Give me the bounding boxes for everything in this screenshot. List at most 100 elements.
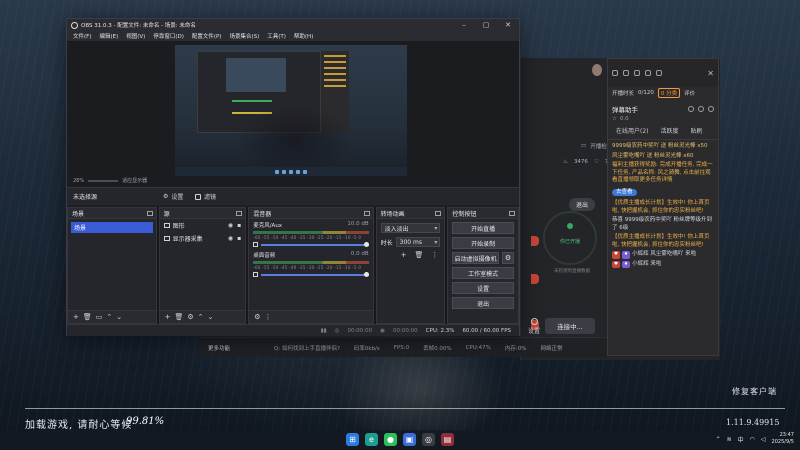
exit-button[interactable]: 退出 xyxy=(452,297,514,309)
tab-activity[interactable]: 活跃度 xyxy=(661,126,679,135)
menu-tools[interactable]: 工具(T) xyxy=(267,32,286,40)
filter-icon[interactable]: ▭ xyxy=(96,313,103,321)
windows-icon[interactable]: ⊞ xyxy=(346,433,359,446)
wifi-icon[interactable]: ◠ xyxy=(750,436,755,443)
settings-button[interactable]: 设置 xyxy=(452,282,514,294)
gear-icon[interactable]: ⚙ xyxy=(254,313,260,321)
gear-icon[interactable]: ⚙ xyxy=(187,313,193,321)
network-icon[interactable]: ≋ xyxy=(727,436,732,443)
zoom-slider[interactable] xyxy=(88,179,119,182)
source-row[interactable]: 显示器采集 ◉ ▪ xyxy=(160,232,246,245)
preview-canvas[interactable] xyxy=(175,45,407,176)
up-icon[interactable]: ⌃ xyxy=(198,313,204,321)
mute-checkbox[interactable] xyxy=(253,242,259,247)
mute-checkbox[interactable] xyxy=(253,272,259,277)
trash-icon[interactable]: 🗑 xyxy=(174,313,183,321)
properties-button[interactable]: ⚙ 设置 xyxy=(163,192,183,201)
eye-icon[interactable]: ◉ xyxy=(228,222,233,229)
virtual-camera-button[interactable]: 启动虚拟摄像机 xyxy=(452,252,499,264)
more-icon[interactable]: ⋮ xyxy=(431,251,438,259)
trash-icon[interactable]: 🗑 xyxy=(415,251,424,259)
studio-mode-button[interactable]: 工作室模式 xyxy=(452,267,514,279)
game-icon[interactable]: ▤ xyxy=(441,433,454,446)
edge-icon[interactable]: e xyxy=(365,433,378,446)
settings-icon[interactable] xyxy=(688,106,694,112)
chat-icon[interactable]: ● xyxy=(384,433,397,446)
menu-docks[interactable]: 停靠窗口(D) xyxy=(153,32,184,40)
source-row[interactable]: 图形 ◉ ▪ xyxy=(160,219,246,232)
store-icon[interactable]: ▣ xyxy=(403,433,416,446)
undock-icon[interactable] xyxy=(146,210,153,216)
menu-help[interactable]: 帮助(H) xyxy=(294,32,313,40)
category-tag[interactable]: 0 分类 xyxy=(657,88,681,98)
more-icon[interactable]: ⋮ xyxy=(264,313,271,321)
view-button[interactable]: 去查看 xyxy=(612,188,637,196)
chat-icon[interactable] xyxy=(623,70,629,76)
avatar[interactable] xyxy=(592,64,602,76)
volume-slider[interactable] xyxy=(261,241,370,247)
undock-icon[interactable] xyxy=(363,210,370,216)
menu-profile[interactable]: 配置文件(P) xyxy=(192,32,222,40)
start-streaming-button[interactable]: 开始直播 xyxy=(452,222,514,234)
gear-icon[interactable]: ⚙ xyxy=(502,252,514,264)
add-icon[interactable]: + xyxy=(401,251,407,259)
volume-icon[interactable]: ◁ xyxy=(761,436,766,443)
settings-link[interactable]: 设置 xyxy=(528,318,540,335)
obs-titlebar[interactable]: OBS 31.0.3 - 配置文件: 未命名 - 场景: 未命名 – ▢ ✕ xyxy=(67,19,519,31)
transitions-dock-header: 转场动画 xyxy=(376,208,445,219)
menu-scene-collection[interactable]: 场景集合(S) xyxy=(229,32,259,40)
menu-view[interactable]: 视图(V) xyxy=(126,32,145,40)
clock-icon[interactable] xyxy=(698,106,704,112)
down-icon[interactable]: ⌄ xyxy=(208,313,214,321)
menu-file[interactable]: 文件(F) xyxy=(73,32,91,40)
close-icon[interactable]: ✕ xyxy=(707,69,714,78)
side-tab[interactable] xyxy=(531,274,539,284)
gift-icon[interactable] xyxy=(634,70,640,76)
undock-icon[interactable] xyxy=(435,210,442,216)
close-icon[interactable]: ✕ xyxy=(497,21,519,29)
transition-select[interactable]: 淡入淡出 xyxy=(380,223,441,233)
clock[interactable]: 23:47 2025/9/5 xyxy=(772,432,794,446)
ime-indicator[interactable]: 中 xyxy=(738,435,744,444)
tab-online-users[interactable]: 在线用户(2) xyxy=(616,126,649,135)
fps: FPS:0 xyxy=(393,344,410,351)
add-icon[interactable]: + xyxy=(165,313,171,321)
filters-button[interactable]: 滤镜 xyxy=(195,192,216,201)
lock-icon[interactable]: ▪ xyxy=(237,235,241,242)
up-icon[interactable]: ⌃ xyxy=(106,313,112,321)
start-recording-button[interactable]: 开始录制 xyxy=(452,237,514,249)
controls-dock: 控制按钮 开始直播 开始录制 启动虚拟摄像机 ⚙ 工作室模式 设置 退出 xyxy=(447,207,519,324)
system-tray: ⌃ ≋ 中 ◠ ◁ 23:47 2025/9/5 xyxy=(716,432,794,446)
volume-slider[interactable] xyxy=(261,271,370,277)
tab-stickers[interactable]: 贴刷 xyxy=(691,126,703,135)
trash-icon[interactable]: 🗑 xyxy=(83,313,92,321)
down-icon[interactable]: ⌄ xyxy=(116,313,122,321)
eye-icon[interactable]: ◉ xyxy=(228,235,233,242)
tip-text[interactable]: Q: 如何找到上手直播伴侣? xyxy=(274,344,340,352)
cpu: CPU:47% xyxy=(465,344,491,351)
minimize-icon[interactable]: – xyxy=(453,21,475,29)
scenes-dock-header: 场景 xyxy=(68,208,156,219)
undock-icon[interactable] xyxy=(509,210,515,216)
grid-icon[interactable] xyxy=(645,70,651,76)
menu-edit[interactable]: 编辑(E) xyxy=(99,32,118,40)
duration-input[interactable]: 300 ms xyxy=(395,237,441,247)
lock-icon[interactable]: ▪ xyxy=(237,222,241,229)
start-live-button[interactable]: 连接中... xyxy=(545,318,595,334)
exit-button[interactable]: 退出 xyxy=(569,198,596,211)
side-tab[interactable] xyxy=(531,236,539,246)
info-icon[interactable] xyxy=(708,106,714,112)
window-icon[interactable] xyxy=(656,70,662,76)
more-features[interactable]: 更多功能 xyxy=(208,344,230,352)
scene-item[interactable]: 场景 xyxy=(71,222,153,233)
memory: 内存:0% xyxy=(504,345,527,352)
maximize-icon[interactable]: ▢ xyxy=(475,21,497,29)
zoom-mode[interactable]: 适应显示器 xyxy=(122,177,147,184)
add-icon[interactable]: + xyxy=(73,313,79,321)
obs-icon[interactable]: ◎ xyxy=(422,433,435,446)
review-link[interactable]: 评价 xyxy=(684,89,695,97)
chevron-up-icon[interactable]: ⌃ xyxy=(716,436,721,443)
repair-client-link[interactable]: 修复客户端 xyxy=(732,386,777,397)
headset-icon[interactable] xyxy=(612,70,618,76)
undock-icon[interactable] xyxy=(236,210,243,216)
